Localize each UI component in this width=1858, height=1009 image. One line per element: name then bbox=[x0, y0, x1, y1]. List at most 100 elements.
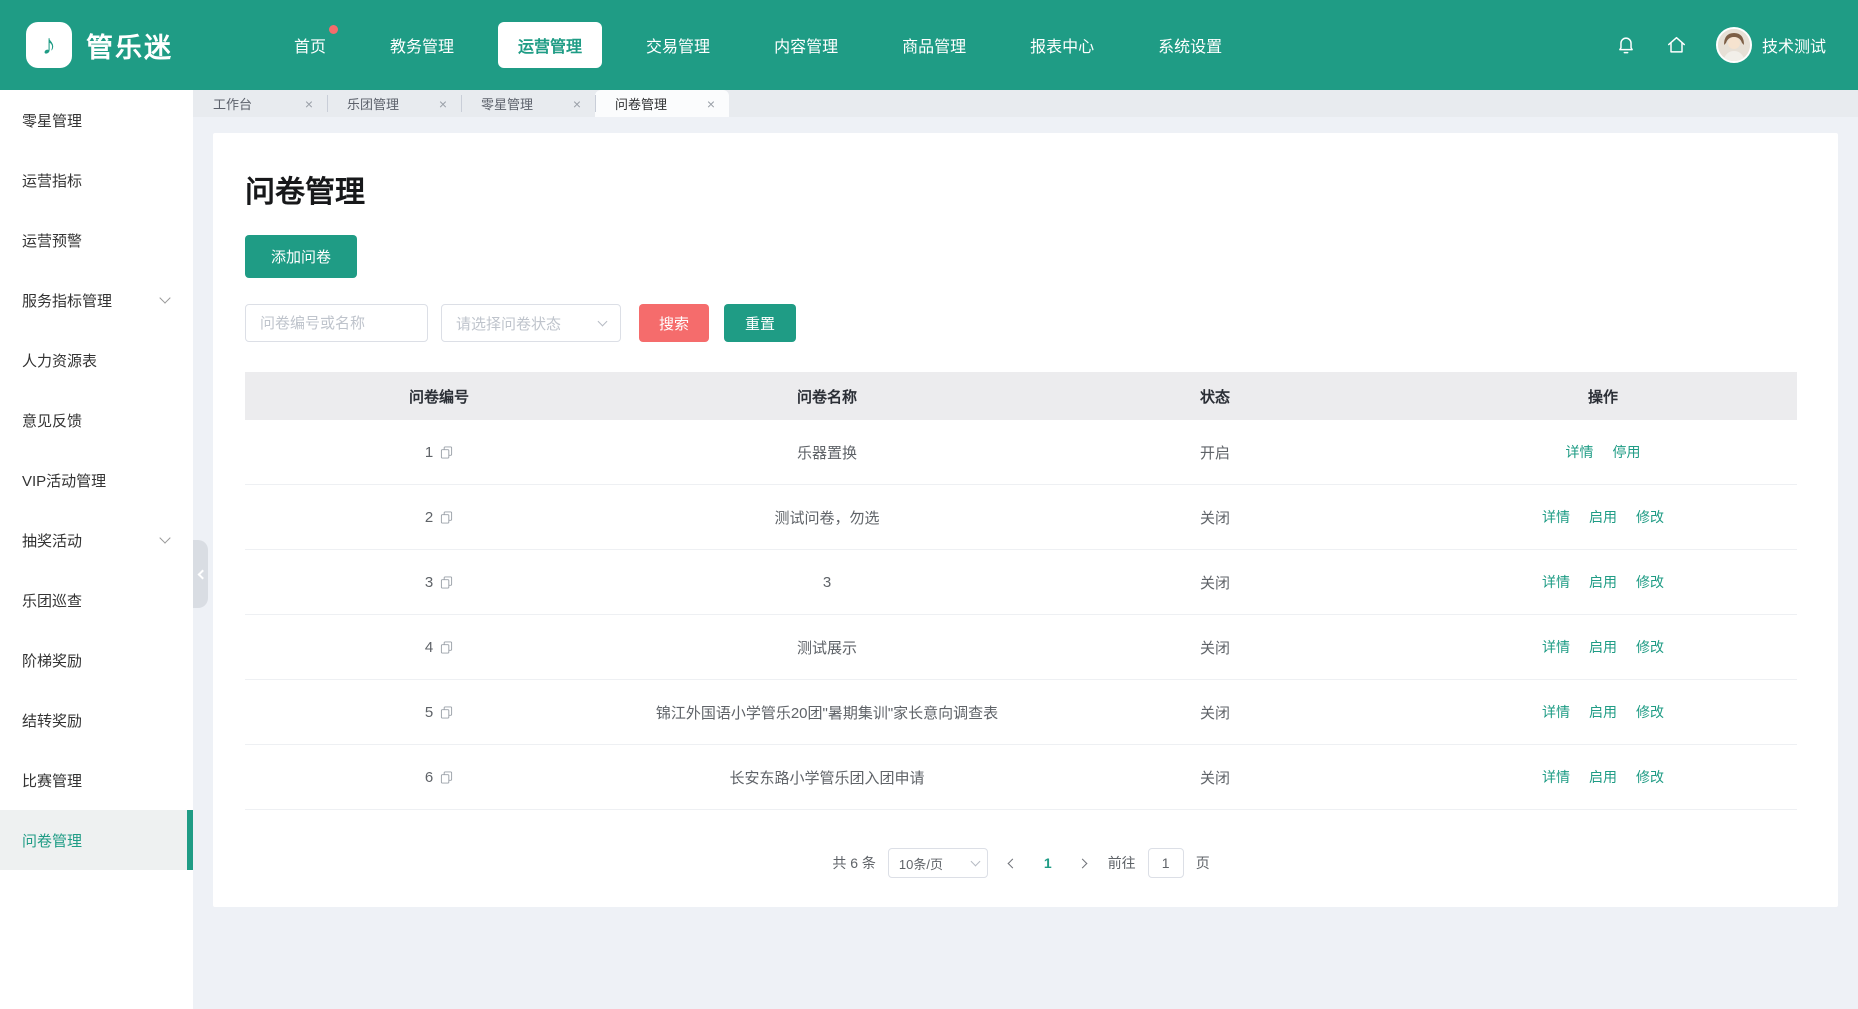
brand-name: 管乐迷 bbox=[86, 26, 173, 65]
copy-icon[interactable] bbox=[440, 771, 453, 784]
detail-link[interactable]: 详情 bbox=[1566, 442, 1594, 462]
prev-page-button[interactable] bbox=[1000, 848, 1026, 878]
notification-dot bbox=[329, 25, 338, 34]
status-select-placeholder: 请选择问卷状态 bbox=[456, 313, 561, 334]
page-size-select[interactable]: 10条/页 bbox=[888, 848, 988, 878]
status-select[interactable]: 请选择问卷状态 bbox=[441, 304, 621, 342]
user-menu[interactable]: 技术测试 bbox=[1716, 27, 1826, 63]
tab-band-mgmt[interactable]: 乐团管理 × bbox=[327, 90, 461, 117]
add-questionnaire-button[interactable]: 添加问卷 bbox=[245, 235, 357, 278]
copy-icon[interactable] bbox=[440, 511, 453, 524]
questionnaire-name-cell: 长安东路小学管乐团入团申请 bbox=[633, 745, 1021, 809]
topnav-right: 技术测试 bbox=[1615, 27, 1858, 63]
nav-item-academic-mgmt[interactable]: 教务管理 bbox=[370, 22, 474, 68]
modify-link[interactable]: 修改 bbox=[1636, 702, 1664, 722]
tab-label: 乐团管理 bbox=[347, 94, 399, 113]
nav-item-label: 商品管理 bbox=[902, 39, 966, 56]
tab-questionnaire-mgmt[interactable]: 问卷管理 × bbox=[595, 90, 729, 117]
questionnaire-name-cell: 乐器置换 bbox=[633, 420, 1021, 484]
questionnaire-card: 问卷管理 添加问卷 请选择问卷状态 搜索 重置 问卷编号 问卷名称 状态 操作 bbox=[213, 133, 1838, 907]
app-brand[interactable]: ♪ 管乐迷 bbox=[0, 22, 250, 68]
nav-item-goods-mgmt[interactable]: 商品管理 bbox=[882, 22, 986, 68]
nav-item-report-center[interactable]: 报表中心 bbox=[1010, 22, 1114, 68]
close-icon[interactable]: × bbox=[439, 97, 447, 111]
page-number-current[interactable]: 1 bbox=[1038, 855, 1058, 871]
sidebar-item-hr-table[interactable]: 人力资源表 bbox=[0, 330, 193, 390]
tab-scattered-mgmt[interactable]: 零星管理 × bbox=[461, 90, 595, 117]
home-icon[interactable] bbox=[1665, 34, 1688, 56]
sidebar-item-operation-alerts[interactable]: 运营预警 bbox=[0, 210, 193, 270]
actions-cell: 详情 停用 bbox=[1409, 420, 1797, 484]
sidebar-collapse-handle[interactable] bbox=[193, 540, 208, 608]
nav-item-trade-mgmt[interactable]: 交易管理 bbox=[626, 22, 730, 68]
detail-link[interactable]: 详情 bbox=[1542, 637, 1570, 657]
sidebar-item-operation-metrics[interactable]: 运营指标 bbox=[0, 150, 193, 210]
sidebar-item-carryover-rewards[interactable]: 结转奖励 bbox=[0, 690, 193, 750]
sidebar-item-feedback[interactable]: 意见反馈 bbox=[0, 390, 193, 450]
nav-item-content-mgmt[interactable]: 内容管理 bbox=[754, 22, 858, 68]
status-cell: 关闭 bbox=[1021, 485, 1409, 549]
sidebar-item-label: 阶梯奖励 bbox=[22, 650, 82, 671]
reset-button[interactable]: 重置 bbox=[724, 304, 796, 342]
table-row: 4 测试展示 关闭 详情 启用 修改 bbox=[245, 615, 1797, 680]
sidebar-item-competition-mgmt[interactable]: 比赛管理 bbox=[0, 750, 193, 810]
sidebar-item-label: 抽奖活动 bbox=[22, 530, 82, 551]
sidebar-item-lottery-activity[interactable]: 抽奖活动 bbox=[0, 510, 193, 570]
close-icon[interactable]: × bbox=[305, 97, 313, 111]
filter-bar: 请选择问卷状态 搜索 重置 bbox=[245, 304, 1806, 342]
tab-workbench[interactable]: 工作台 × bbox=[193, 90, 327, 117]
nav-item-system-settings[interactable]: 系统设置 bbox=[1138, 22, 1242, 68]
nav-item-label: 运营管理 bbox=[518, 39, 582, 56]
close-icon[interactable]: × bbox=[707, 97, 715, 111]
sidebar-item-scattered-mgmt[interactable]: 零星管理 bbox=[0, 90, 193, 150]
modify-link[interactable]: 修改 bbox=[1636, 637, 1664, 657]
modify-link[interactable]: 修改 bbox=[1636, 767, 1664, 787]
questionnaire-name-cell: 3 bbox=[633, 550, 1021, 614]
sidebar-item-label: 意见反馈 bbox=[22, 410, 82, 431]
topnav-menu: 首页 教务管理 运营管理 交易管理 内容管理 商品管理 报表中心 系统设置 bbox=[274, 22, 1242, 68]
detail-link[interactable]: 详情 bbox=[1542, 572, 1570, 592]
tab-label: 零星管理 bbox=[481, 94, 533, 113]
tab-label: 问卷管理 bbox=[615, 94, 667, 113]
enable-link[interactable]: 启用 bbox=[1589, 637, 1617, 657]
nav-item-operations-mgmt[interactable]: 运营管理 bbox=[498, 22, 602, 68]
sidebar-item-band-inspection[interactable]: 乐团巡查 bbox=[0, 570, 193, 630]
next-page-button[interactable] bbox=[1070, 848, 1096, 878]
questionnaire-id: 1 bbox=[425, 444, 433, 461]
detail-link[interactable]: 详情 bbox=[1542, 767, 1570, 787]
sidebar-item-label: 结转奖励 bbox=[22, 710, 82, 731]
top-navigation: ♪ 管乐迷 首页 教务管理 运营管理 交易管理 内容管理 商品管理 报表中心 系… bbox=[0, 0, 1858, 90]
modify-link[interactable]: 修改 bbox=[1636, 507, 1664, 527]
questionnaire-id: 4 bbox=[425, 639, 433, 656]
page-title: 问卷管理 bbox=[245, 167, 1806, 211]
close-icon[interactable]: × bbox=[573, 97, 581, 111]
search-button[interactable]: 搜索 bbox=[639, 304, 709, 342]
disable-link[interactable]: 停用 bbox=[1613, 442, 1641, 462]
enable-link[interactable]: 启用 bbox=[1589, 572, 1617, 592]
enable-link[interactable]: 启用 bbox=[1589, 702, 1617, 722]
detail-link[interactable]: 详情 bbox=[1542, 702, 1570, 722]
enable-link[interactable]: 启用 bbox=[1589, 767, 1617, 787]
copy-icon[interactable] bbox=[440, 576, 453, 589]
nav-item-label: 内容管理 bbox=[774, 39, 838, 56]
table-header-row: 问卷编号 问卷名称 状态 操作 bbox=[245, 372, 1797, 420]
modify-link[interactable]: 修改 bbox=[1636, 572, 1664, 592]
goto-page-input[interactable] bbox=[1148, 848, 1184, 878]
goto-label: 前往 bbox=[1108, 853, 1136, 873]
copy-icon[interactable] bbox=[440, 641, 453, 654]
bell-icon[interactable] bbox=[1615, 34, 1637, 56]
sidebar-item-label: 服务指标管理 bbox=[22, 290, 112, 311]
status-cell: 关闭 bbox=[1021, 680, 1409, 744]
detail-link[interactable]: 详情 bbox=[1542, 507, 1570, 527]
sidebar-item-vip-activity-mgmt[interactable]: VIP活动管理 bbox=[0, 450, 193, 510]
nav-item-home[interactable]: 首页 bbox=[274, 22, 346, 68]
questionnaire-search-input[interactable] bbox=[245, 304, 428, 342]
sidebar-item-service-metrics-mgmt[interactable]: 服务指标管理 bbox=[0, 270, 193, 330]
status-cell: 关闭 bbox=[1021, 745, 1409, 809]
copy-icon[interactable] bbox=[440, 446, 453, 459]
actions-cell: 详情 启用 修改 bbox=[1409, 550, 1797, 614]
sidebar-item-questionnaire-mgmt[interactable]: 问卷管理 bbox=[0, 810, 193, 870]
copy-icon[interactable] bbox=[440, 706, 453, 719]
enable-link[interactable]: 启用 bbox=[1589, 507, 1617, 527]
sidebar-item-tier-rewards[interactable]: 阶梯奖励 bbox=[0, 630, 193, 690]
